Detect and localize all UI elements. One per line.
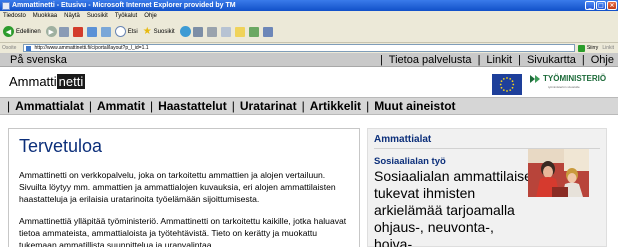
logo-text-part1: Ammatti: [9, 74, 57, 89]
menu-help[interactable]: Ohje: [144, 13, 157, 19]
menu-favorites[interactable]: Suosikit: [87, 13, 108, 19]
address-label: Osoite: [2, 45, 17, 51]
menu-view[interactable]: Näytä: [64, 13, 80, 19]
menubar: Tiedosto Muokkaa Näytä Suosikit Työkalut…: [0, 11, 618, 21]
address-input[interactable]: http://www.ammattinetti.fi/c/portal/layo…: [23, 44, 575, 52]
back-button-label[interactable]: Edellinen: [16, 29, 41, 35]
nav-item-ammatit[interactable]: Ammatit: [97, 99, 145, 113]
nav-item-uratarinat[interactable]: Uratarinat: [240, 99, 297, 113]
browser-toolbar: ◀ Edellinen ▶ Etsi ★ Suosikit: [0, 21, 618, 43]
separator: |: [366, 99, 370, 113]
swedish-link[interactable]: På svenska: [10, 54, 67, 66]
top-utility-nav: På svenska | Tietoa palvelusta | Linkit …: [0, 53, 618, 67]
social-work-photo[interactable]: [528, 149, 589, 197]
page-icon[interactable]: [58, 26, 69, 37]
separator: |: [7, 99, 11, 113]
separator: |: [518, 54, 521, 66]
go-button-label[interactable]: Siirry: [587, 45, 598, 51]
eu-flag-icon: [492, 74, 522, 95]
menu-tools[interactable]: Työkalut: [115, 13, 137, 19]
nav-item-artikkelit[interactable]: Artikkelit: [310, 99, 361, 113]
separator: |: [231, 99, 235, 113]
site-header: Ammatti netti TYÖMINISTERIÖ työministeri…: [0, 67, 618, 97]
back-icon[interactable]: ◀: [3, 26, 14, 37]
search-icon[interactable]: [114, 26, 126, 37]
page-favicon-icon: [26, 46, 32, 51]
top-links: | Tietoa palvelusta | Linkit | Sivukartt…: [374, 54, 614, 66]
separator: |: [581, 54, 585, 66]
mail-icon[interactable]: [192, 26, 203, 37]
ministry-logo[interactable]: TYÖMINISTERIÖ työministeriön sivustolle: [529, 73, 618, 95]
home-icon[interactable]: [100, 26, 111, 37]
article-paragraph: Ammattinettiä ylläpitää työministeriö. A…: [19, 216, 347, 247]
messenger-icon[interactable]: [248, 26, 259, 37]
history-icon[interactable]: [179, 26, 191, 37]
favorites-star-icon[interactable]: ★: [143, 26, 152, 37]
minimize-button[interactable]: _: [585, 1, 595, 10]
ministry-subtext: työministeriön sivustolle: [548, 85, 580, 89]
go-arrow-icon: [577, 44, 585, 52]
article-paragraph: Ammattinetti on verkkopalvelu, joka on t…: [19, 170, 336, 204]
forward-icon[interactable]: ▶: [45, 26, 57, 37]
separator: |: [301, 99, 305, 113]
welcome-article: Tervetuloa Ammattinetti on verkkopalvelu…: [8, 128, 360, 247]
nav-item-haastattelut[interactable]: Haastattelut: [158, 99, 227, 113]
panel-description: Sosiaalialan ammattilaiset tukevat ihmis…: [374, 168, 536, 247]
research-icon[interactable]: [262, 26, 273, 37]
links-link[interactable]: Linkit: [486, 54, 512, 66]
page-edge: [609, 128, 618, 247]
panel-title[interactable]: Ammattialat: [374, 134, 600, 149]
maximize-button[interactable]: □: [596, 1, 606, 10]
ie-icon: [2, 1, 10, 10]
window-title: Ammattinetti - Etusivu - Microsoft Inter…: [12, 2, 236, 9]
close-button[interactable]: ×: [607, 1, 617, 10]
links-label[interactable]: Linkit: [602, 45, 614, 51]
main-content: Tervetuloa Ammattinetti on verkkopalvelu…: [0, 115, 618, 247]
nav-item-muut-aineistot[interactable]: Muut aineistot: [374, 99, 455, 113]
nav-item-ammattialat[interactable]: Ammattialat: [15, 99, 84, 113]
favorites-button-label[interactable]: Suosikit: [154, 29, 175, 35]
menu-edit[interactable]: Muokkaa: [33, 13, 57, 19]
stop-icon[interactable]: [72, 26, 83, 37]
address-url[interactable]: http://www.ammattinetti.fi/c/portal/layo…: [34, 45, 148, 51]
separator: |: [379, 54, 383, 66]
ministry-name: TYÖMINISTERIÖ: [543, 74, 607, 83]
folder-icon[interactable]: [234, 26, 245, 37]
refresh-icon[interactable]: [86, 26, 97, 37]
about-link[interactable]: Tietoa palvelusta: [389, 54, 472, 66]
main-nav: | Ammattialat | Ammatit | Haastattelut |…: [0, 97, 618, 115]
logo-text-part2: netti: [56, 74, 86, 89]
separator: |: [88, 99, 92, 113]
print-icon[interactable]: [206, 26, 217, 37]
separator: |: [477, 54, 481, 66]
go-button[interactable]: Siirry: [577, 44, 598, 52]
help-link[interactable]: Ohje: [591, 54, 614, 66]
sitemap-link[interactable]: Sivukartta: [527, 54, 576, 66]
menu-file[interactable]: Tiedosto: [3, 13, 26, 19]
edit-icon[interactable]: [220, 26, 231, 37]
site-logo[interactable]: Ammatti netti: [9, 74, 86, 89]
featured-field-panel: Ammattialat Sosiaalialan työ Sosiaaliala…: [367, 128, 607, 247]
search-button-label[interactable]: Etsi: [128, 29, 138, 35]
ministry-emblem-icon: [530, 75, 540, 83]
separator: |: [149, 99, 154, 113]
window-titlebar: Ammattinetti - Etusivu - Microsoft Inter…: [0, 0, 618, 11]
address-bar: Osoite http://www.ammattinetti.fi/c/port…: [0, 43, 618, 53]
page-title: Tervetuloa: [19, 136, 103, 156]
